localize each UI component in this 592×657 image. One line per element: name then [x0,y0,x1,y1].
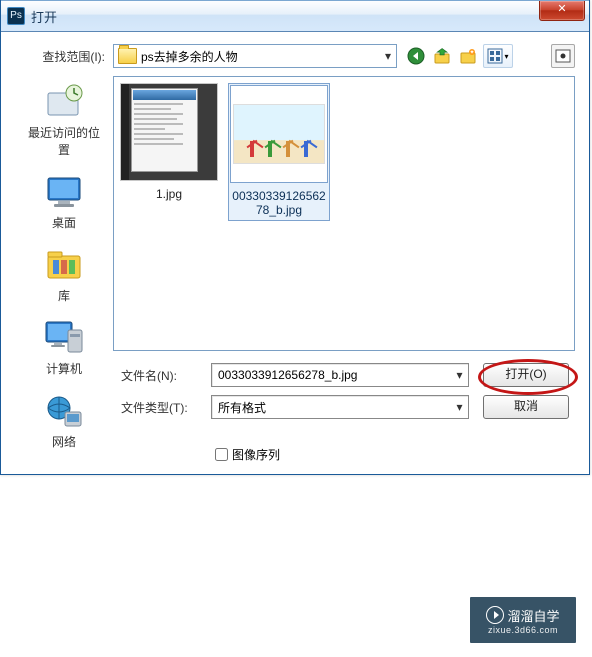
views-button[interactable]: ▾ [483,44,513,68]
new-folder-icon: ✦ [459,47,477,65]
filename-value: 0033033912656278_b.jpg [218,368,357,382]
back-button[interactable] [405,45,427,67]
place-library[interactable]: 库 [23,245,105,304]
lookin-combo[interactable]: ps去掉多余的人物 ▾ [113,44,397,68]
place-label: 计算机 [23,360,105,377]
chevron-down-icon[interactable]: ▾ [451,396,468,418]
place-label: 桌面 [23,214,105,231]
place-label: 库 [23,287,105,304]
filetype-value: 所有格式 [218,399,266,416]
file-name: 0033033912656278_b.jpg [230,187,328,219]
place-computer[interactable]: 计算机 [23,318,105,377]
up-icon [433,47,451,65]
file-item-selected[interactable]: 0033033912656278_b.jpg [228,83,330,221]
thumbnail [230,85,328,183]
file-item[interactable]: 1.jpg [120,83,218,203]
place-label: 最近访问的位置 [23,124,105,158]
extra-icon [555,49,571,63]
filetype-label: 文件类型(T): [113,399,211,416]
lookin-value: ps去掉多余的人物 [141,48,238,65]
filename-label: 文件名(N): [113,367,211,384]
file-name: 1.jpg [120,185,218,203]
lookin-label: 查找范围(I): [15,48,113,65]
nav-toolbar: ✦ ▾ [405,44,575,68]
network-icon [43,391,85,431]
sequence-checkbox[interactable] [215,448,228,461]
library-icon [43,245,85,285]
cancel-button[interactable]: 取消 [483,395,569,419]
chevron-down-icon[interactable]: ▾ [380,49,396,63]
sequence-label: 图像序列 [232,446,280,463]
back-icon [407,47,425,65]
up-button[interactable] [431,45,453,67]
filename-field[interactable]: 0033033912656278_b.jpg ▾ [211,363,469,387]
svg-text:✦: ✦ [469,49,474,56]
app-icon: Ps [7,7,25,25]
place-desktop[interactable]: 桌面 [23,172,105,231]
file-list[interactable]: 1.jpg [113,76,575,351]
play-icon [486,606,504,624]
close-button[interactable]: ✕ [539,1,585,21]
folder-icon [118,48,137,64]
place-label: 网络 [23,433,105,450]
chevron-down-icon[interactable]: ▾ [451,364,468,386]
place-recent[interactable]: 最近访问的位置 [23,82,105,158]
watermark: 溜溜自学 zixue.3d66.com [470,597,576,643]
place-network[interactable]: 网络 [23,391,105,450]
extra-button[interactable] [551,44,575,68]
new-folder-button[interactable]: ✦ [457,45,479,67]
thumbnail [120,83,218,181]
close-icon: ✕ [557,3,566,15]
title-bar: Ps 打开 ✕ [1,0,589,32]
desktop-icon [43,172,85,212]
recent-icon [43,82,85,122]
window-title: 打开 [31,7,57,26]
views-icon [487,48,503,64]
computer-icon [43,318,85,358]
filetype-combo[interactable]: 所有格式 ▾ [211,395,469,419]
open-button[interactable]: 打开(O) [483,363,569,387]
places-bar: 最近访问的位置 桌面 库 [15,76,113,464]
